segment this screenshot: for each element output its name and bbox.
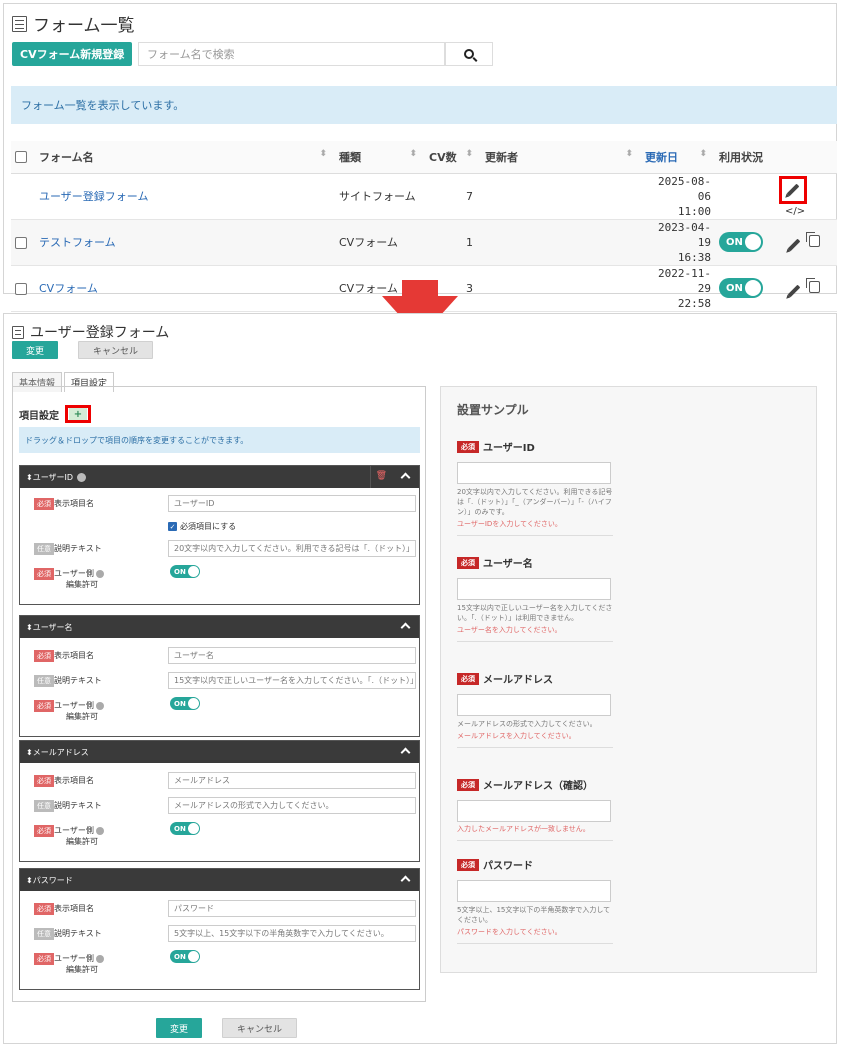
description-input[interactable]: 5文字以上、15文字以下の半角英数字で入力してください。 — [168, 925, 416, 942]
updater — [481, 219, 641, 266]
new-cv-form-button[interactable]: CVフォーム新規登録 — [12, 42, 133, 66]
edit-title: ユーザー登録フォーム — [12, 322, 169, 342]
sample-input[interactable] — [457, 578, 611, 600]
sample-field: 必須 ユーザーID 20文字以内で入力してください。利用できる記号は「.（ドット）… — [457, 439, 613, 536]
col-form-name[interactable]: フォーム名 ⬍ — [35, 141, 335, 174]
page-title-text: フォーム一覧 — [33, 16, 135, 36]
copy-icon[interactable] — [806, 277, 820, 293]
status-toggle[interactable]: ON — [719, 278, 763, 298]
updater — [481, 173, 641, 220]
help-icon — [95, 954, 104, 963]
code-icon[interactable]: </> — [785, 206, 805, 217]
row-checkbox[interactable] — [15, 282, 27, 295]
col-updater[interactable]: 更新者 ⬍ — [481, 141, 641, 174]
sample-input[interactable] — [457, 880, 611, 902]
col-status: 利用状況 — [715, 141, 775, 174]
table-row: テストフォーム CVフォーム 1 2023-04-19 16:38 ON — [11, 219, 837, 266]
pencil-icon[interactable] — [787, 284, 801, 297]
form-edit-panel: ユーザー登録フォーム 変更 キャンセル 基本情報 項目設定 項目設定 + ドラッ… — [3, 313, 837, 1044]
editable-toggle[interactable]: ON — [170, 822, 200, 835]
cancel-button-top[interactable]: キャンセル — [78, 341, 154, 359]
required-checkbox[interactable]: ✓ 必須項目にする — [168, 521, 236, 532]
chevron-up-icon[interactable] — [400, 875, 411, 886]
sample-title: 設置サンプル — [457, 403, 529, 417]
display-name-input[interactable]: ユーザー名 — [168, 647, 416, 664]
card-header[interactable]: ⬍ ユーザー名 — [20, 616, 419, 638]
display-name-input[interactable]: ユーザーID — [168, 495, 416, 512]
help-icon — [95, 826, 104, 835]
editable-toggle[interactable]: ON — [170, 565, 200, 578]
updated-date: 2025-08-06 11:00 — [641, 173, 715, 220]
search-icon — [464, 49, 474, 59]
sample-input[interactable] — [457, 462, 611, 484]
search-input[interactable]: フォーム名で検索 — [138, 42, 445, 66]
field-card-email: ⬍ メールアドレス 必須 表示項目名 メールアドレス 任意 説明テキスト メールアドレスの… — [19, 740, 420, 862]
field-card-user-name: ⬍ ユーザー名 必須 表示項目名 ユーザー名 任意 説明テキスト 15文字以内で正しいユー… — [19, 615, 420, 737]
sample-field: 必須 パスワード 5文字以上、15文字以下の半角英数字で入力してください。 パスワ… — [457, 857, 613, 944]
card-header[interactable]: ⬍ ユーザーID 🗑 — [20, 466, 419, 488]
edit-highlight[interactable] — [779, 175, 807, 204]
drag-info: ドラッグ＆ドロップで項目の順序を変更することができます。 — [19, 427, 420, 453]
col-updated[interactable]: 更新日 ⬍ — [641, 141, 715, 174]
change-button-top[interactable]: 変更 — [12, 341, 59, 359]
updated-date: 2023-04-19 16:38 — [641, 219, 715, 266]
form-name-link[interactable]: テストフォーム — [39, 236, 116, 249]
sample-preview: 設置サンプル 必須 ユーザーID 20文字以内で入力してください。利用できる記号は… — [440, 386, 817, 973]
row-checkbox[interactable] — [15, 236, 27, 249]
field-card-user-id: ⬍ ユーザーID 🗑 必須 表示項目名 ユーザーID ✓ 必須項目にする 任意 説明テキス… — [19, 465, 420, 605]
form-type: サイトフォーム — [335, 173, 425, 220]
col-type[interactable]: 種類 ⬍ — [335, 141, 425, 174]
updater — [481, 265, 641, 312]
copy-icon[interactable] — [806, 231, 820, 247]
field-settings-area: 項目設定 + ドラッグ＆ドロップで項目の順序を変更することができます。 ⬍ ユーザ… — [12, 386, 426, 1002]
display-name-input[interactable]: パスワード — [168, 900, 416, 917]
display-name-input[interactable]: メールアドレス — [168, 772, 416, 789]
table-row: ユーザー登録フォーム サイトフォーム 7 2025-08-06 11:00 </> — [11, 173, 837, 220]
cv-count: 1 — [425, 219, 481, 266]
editable-toggle[interactable]: ON — [170, 697, 200, 710]
description-input[interactable]: 15文字以内で正しいユーザー名を入力してください。「.（ドット）」は利 — [168, 672, 416, 689]
sample-field: 必須 メールアドレス メールアドレスの形式で入力してください。 メールアドレスを入… — [457, 671, 613, 748]
table-header: フォーム名 ⬍ 種類 ⬍ CV数 ⬍ 更新者 ⬍ 更新日 ⬍ 利用状況 — [11, 141, 837, 174]
change-button-bottom[interactable]: 変更 — [156, 1018, 203, 1038]
sample-input[interactable] — [457, 694, 611, 716]
pencil-icon[interactable] — [787, 238, 801, 251]
card-header[interactable]: ⬍ メールアドレス — [20, 741, 419, 763]
chevron-up-icon[interactable] — [400, 747, 411, 758]
col-cv[interactable]: CV数 ⬍ — [425, 141, 481, 174]
editable-toggle[interactable]: ON — [170, 950, 200, 963]
cv-count: 7 — [425, 173, 481, 220]
card-header[interactable]: ⬍ パスワード — [20, 869, 419, 891]
description-input[interactable]: メールアドレスの形式で入力してください。 — [168, 797, 416, 814]
plus-icon: + — [69, 408, 87, 420]
cancel-button-bottom[interactable]: キャンセル — [222, 1018, 298, 1038]
sample-field: 必須 メールアドレス（確認） 入力したメールアドレスが一致しません。 — [457, 777, 613, 841]
form-name-link[interactable]: CVフォーム — [39, 282, 98, 295]
document-icon — [12, 325, 24, 339]
select-all-checkbox[interactable] — [15, 151, 27, 164]
pencil-icon — [786, 183, 800, 196]
form-type: CVフォーム — [335, 219, 425, 266]
page-title: フォーム一覧 — [12, 11, 135, 36]
field-card-password: ⬍ パスワード 必須 表示項目名 パスワード 任意 説明テキスト 5文字以上、15文字以下… — [19, 868, 420, 990]
sample-input[interactable] — [457, 800, 611, 822]
add-field-button[interactable]: + — [65, 405, 91, 423]
chevron-up-icon[interactable] — [400, 622, 411, 633]
trash-icon[interactable]: 🗑 — [376, 471, 387, 481]
sample-field: 必須 ユーザー名 15文字以内で正しいユーザー名を入力してください。「.（ドット）… — [457, 555, 613, 642]
document-icon — [12, 15, 27, 32]
description-input[interactable]: 20文字以内で入力してください。利用できる記号は「.（ドット）」「_（ — [168, 540, 416, 557]
updated-date: 2022-11-29 22:58 — [641, 265, 715, 312]
info-icon — [77, 472, 87, 482]
section-title: 項目設定 + — [19, 405, 91, 423]
help-icon — [95, 701, 104, 710]
search-button[interactable] — [445, 42, 493, 66]
form-name-link[interactable]: ユーザー登録フォーム — [39, 190, 148, 203]
chevron-up-icon[interactable] — [400, 472, 411, 483]
info-message: フォーム一覧を表示しています。 — [11, 86, 837, 124]
status-toggle[interactable]: ON — [719, 232, 763, 252]
help-icon — [95, 569, 104, 578]
form-list-panel: フォーム一覧 CVフォーム新規登録 フォーム名で検索 フォーム一覧を表示していま… — [3, 3, 837, 312]
